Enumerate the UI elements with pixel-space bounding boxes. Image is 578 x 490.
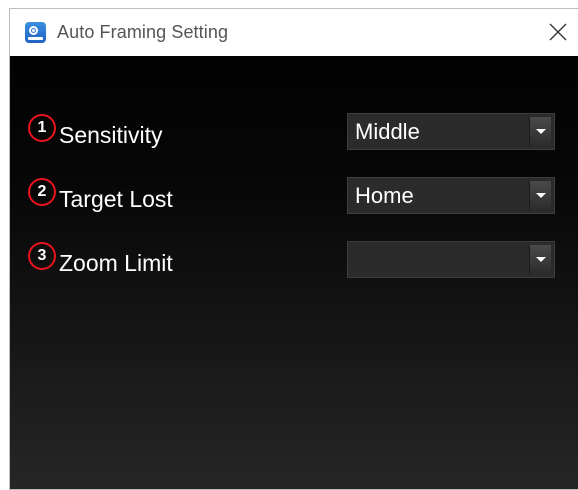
sensitivity-value: Middle (355, 119, 420, 144)
zoom-limit-dropdown[interactable] (347, 241, 555, 278)
auto-framing-window: Auto Framing Setting 1 Sensitivity Middl… (9, 8, 578, 490)
number-badge: 1 (28, 114, 56, 142)
close-button[interactable] (540, 15, 578, 49)
camera-app-icon (25, 22, 46, 43)
setting-row-zoom-limit: 3 Zoom Limit (10, 238, 578, 278)
title-bar: Auto Framing Setting (10, 9, 578, 56)
settings-panel: 1 Sensitivity Middle 2 Target Lost Home … (10, 56, 578, 489)
number-badge: 3 (28, 242, 56, 270)
target-lost-label: Target Lost (59, 186, 173, 212)
sensitivity-label: Sensitivity (59, 122, 163, 148)
chevron-down-icon[interactable] (529, 117, 551, 146)
number-badge: 2 (28, 178, 56, 206)
zoom-limit-label: Zoom Limit (59, 250, 173, 276)
setting-row-target-lost: 2 Target Lost Home (10, 174, 578, 214)
chevron-down-icon[interactable] (529, 245, 551, 274)
close-icon (549, 23, 567, 41)
target-lost-dropdown[interactable]: Home (347, 177, 555, 214)
setting-row-sensitivity: 1 Sensitivity Middle (10, 110, 578, 150)
target-lost-value: Home (355, 183, 414, 208)
sensitivity-dropdown[interactable]: Middle (347, 113, 555, 150)
chevron-down-icon[interactable] (529, 181, 551, 210)
window-title: Auto Framing Setting (57, 22, 229, 42)
